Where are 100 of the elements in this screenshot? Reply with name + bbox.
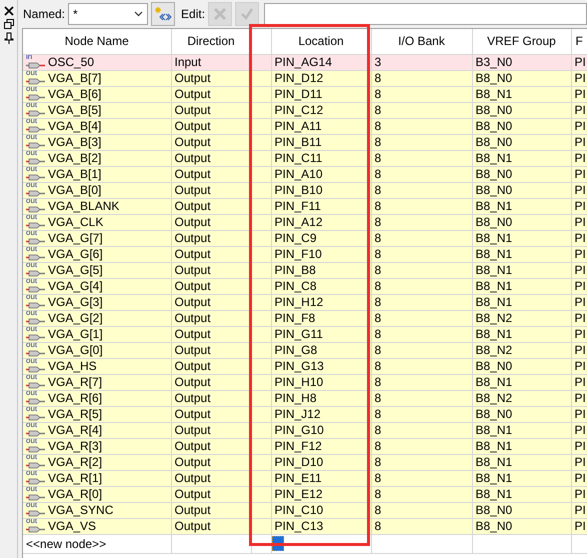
table-cell: 8 [371, 438, 472, 454]
table-cell: PI [571, 438, 587, 454]
column-header[interactable]: Location [271, 29, 371, 54]
table-cell: Output [171, 310, 251, 326]
table-cell: PIN_F8 [271, 310, 371, 326]
column-header[interactable]: I/O Bank [371, 29, 472, 54]
table-cell: PIN_AG14 [271, 54, 371, 70]
table-cell: Output [171, 390, 251, 406]
node-name-cell: OSC_50 [48, 54, 94, 69]
pin-arrow-icon [26, 478, 45, 484]
table-cell: 8 [371, 518, 472, 534]
edit-field[interactable] [264, 3, 587, 25]
table-cell: B8_N0 [472, 102, 571, 118]
table-cell: PIN_D12 [271, 70, 371, 86]
column-header[interactable]: VREF Group [472, 29, 571, 54]
table-cell: PIN_F12 [271, 438, 371, 454]
table-cell: 8 [371, 134, 472, 150]
table-cell: Output [171, 278, 251, 294]
cross-icon [213, 7, 228, 21]
column-header[interactable]: Node Name [23, 29, 171, 54]
pin-type-label: out [26, 166, 38, 172]
restore-icon[interactable] [4, 19, 14, 29]
pin-type-label: out [26, 342, 38, 348]
table-cell: 8 [371, 198, 472, 214]
table-cell: Output [171, 134, 251, 150]
table-cell: Output [171, 374, 251, 390]
column-header[interactable]: Direction [171, 29, 251, 54]
table-cell: Output [171, 470, 251, 486]
table-cell: PI [571, 182, 587, 198]
table-cell: Output [171, 454, 251, 470]
table-cell: Output [171, 326, 251, 342]
table-cell: PI [571, 262, 587, 278]
table-cell: PIN_F10 [271, 246, 371, 262]
table-cell: PIN_B10 [271, 182, 371, 198]
table-cell: Output [171, 262, 251, 278]
node-name-cell: VGA_B[5] [48, 102, 102, 117]
table-cell: 8 [371, 278, 472, 294]
node-name-cell: VGA_G[2] [48, 310, 103, 325]
pin-arrow-icon [26, 190, 45, 196]
table-cell: 8 [371, 374, 472, 390]
named-dropdown[interactable]: * [68, 3, 148, 25]
table-cell: PIN_D10 [271, 454, 371, 470]
sparkle-arrows-icon [154, 6, 172, 22]
sparkle-button[interactable] [151, 2, 176, 26]
close-icon[interactable] [4, 6, 14, 16]
table-cell: B8_N1 [472, 294, 571, 310]
table-cell: B8_N0 [472, 182, 571, 198]
table-cell: 8 [371, 70, 472, 86]
pin-arrow-icon [26, 62, 45, 68]
table-cell: PIN_E12 [271, 486, 371, 502]
pin-type-label: out [26, 294, 38, 300]
table-cell: 8 [371, 166, 472, 182]
pin-arrow-icon [26, 302, 45, 308]
node-name-cell: VGA_G[1] [48, 326, 103, 341]
pin-type-label: out [26, 182, 38, 188]
pin-arrow-icon [26, 126, 45, 132]
node-name-cell: VGA_B[1] [48, 166, 102, 181]
table-cell: PIN_C9 [271, 230, 371, 246]
table-cell: 8 [371, 326, 472, 342]
node-name-cell: VGA_R[2] [48, 454, 102, 469]
table-cell: B8_N0 [472, 518, 571, 534]
pin-type-label: out [26, 502, 38, 508]
node-name-cell: VGA_G[4] [48, 278, 103, 293]
table-cell: B8_N1 [472, 470, 571, 486]
table-cell: 8 [371, 182, 472, 198]
table-cell: PIN_C12 [271, 102, 371, 118]
pin-type-label: out [26, 374, 38, 380]
pin-type-label: out [26, 470, 38, 476]
table-cell: B8_N1 [472, 262, 571, 278]
table-cell: 8 [371, 486, 472, 502]
table-cell: PI [571, 246, 587, 262]
pin-type-label: out [26, 230, 38, 236]
pin-arrow-icon [26, 510, 45, 516]
table-cell: PI [571, 518, 587, 534]
pin-arrow-icon [26, 366, 45, 372]
node-name-cell: VGA_B[6] [48, 86, 102, 101]
node-name-cell: VGA_R[6] [48, 390, 102, 405]
pin-arrow-icon [26, 462, 45, 468]
pin-type-label: out [26, 310, 38, 316]
table-cell: PI [571, 326, 587, 342]
table-cell: PI [571, 70, 587, 86]
table-cell: 8 [371, 310, 472, 326]
check-icon [240, 7, 254, 21]
pin-type-label: out [26, 214, 38, 220]
table-cell: 3 [371, 54, 472, 70]
table-cell: B8_N0 [472, 166, 571, 182]
pin-arrow-icon [26, 206, 45, 212]
table-cell: 8 [371, 502, 472, 518]
table-cell: PI [571, 342, 587, 358]
table-cell: B8_N1 [472, 150, 571, 166]
column-header[interactable]: F [571, 29, 587, 54]
pin-type-label: out [26, 246, 38, 252]
table-cell: Output [171, 358, 251, 374]
table-cell: PIN_H12 [271, 294, 371, 310]
pin-icon[interactable] [4, 32, 14, 44]
new-node-cell[interactable]: <<new node>> [23, 534, 171, 553]
table-cell: B8_N1 [472, 486, 571, 502]
table-cell: PIN_C8 [271, 278, 371, 294]
table-cell: PI [571, 230, 587, 246]
table-cell: PI [571, 102, 587, 118]
